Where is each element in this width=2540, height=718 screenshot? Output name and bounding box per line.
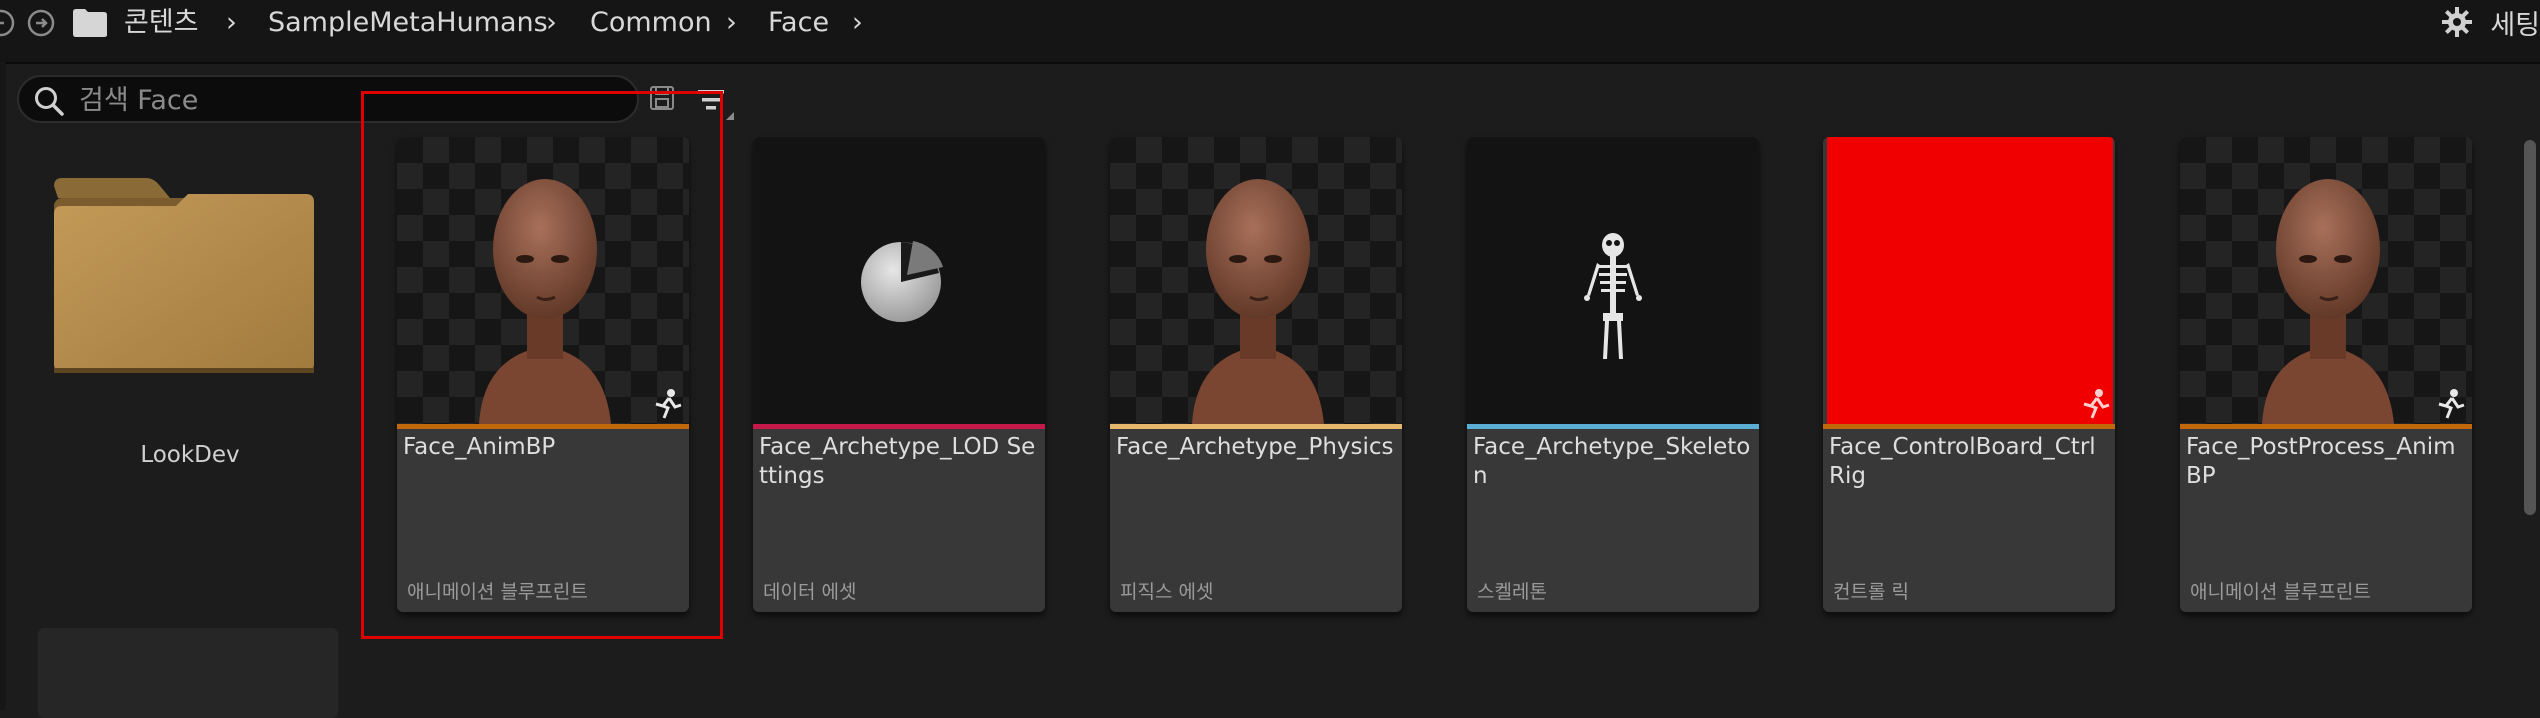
asset-tile-face-archetype-lod-settings[interactable]: Face_Archetype_LOD Settings 데이터 에셋 bbox=[753, 137, 1045, 612]
asset-type-stripe bbox=[1110, 424, 1402, 429]
head-thumbnail bbox=[1192, 179, 1324, 424]
asset-tile-face-archetype-skeleton[interactable]: Face_Archetype_Skeleton 스켈레톤 bbox=[1467, 137, 1759, 612]
data-asset-pie-icon bbox=[861, 241, 943, 322]
vertical-scrollbar[interactable] bbox=[2524, 140, 2536, 515]
asset-thumbnail bbox=[1467, 137, 1759, 424]
breadcrumb-separator-icon: › bbox=[546, 7, 557, 38]
breadcrumb-separator-icon: › bbox=[226, 7, 237, 38]
anim-blueprint-icon bbox=[2438, 389, 2465, 419]
asset-type-stripe bbox=[1823, 424, 2115, 429]
breadcrumb: 콘텐츠 › SampleMetaHumans › Common › Face ›… bbox=[0, 0, 2540, 64]
asset-type-stripe bbox=[753, 424, 1045, 429]
asset-thumbnail bbox=[1827, 137, 2113, 424]
asset-tile-partial[interactable] bbox=[38, 628, 338, 718]
asset-tile-face-controlboard-ctrl-rig[interactable]: Face_ControlBoard_Ctrl Rig 컨트롤 릭 bbox=[1823, 137, 2115, 612]
asset-type: 데이터 에셋 bbox=[763, 581, 857, 603]
forward-button[interactable] bbox=[26, 8, 56, 38]
folder-icon bbox=[54, 178, 314, 373]
head-thumbnail bbox=[2262, 179, 2394, 424]
asset-tile-face-archetype-physics[interactable]: Face_Archetype_Physics 피직스 에셋 bbox=[1110, 137, 1402, 612]
asset-name: Face_Archetype_LOD Settings bbox=[759, 434, 1036, 489]
asset-name: Face_ControlBoard_Ctrl Rig bbox=[1829, 434, 2096, 489]
back-arrow-icon bbox=[0, 9, 15, 37]
settings-label: 세팅 bbox=[2490, 9, 2540, 41]
asset-type-stripe bbox=[2180, 424, 2472, 429]
breadcrumb-dropdown-icon[interactable]: › bbox=[852, 6, 863, 40]
search-icon bbox=[35, 87, 64, 116]
asset-type: 애니메이션 블루프린트 bbox=[2190, 581, 2371, 603]
asset-name: Face_Archetype_Physics bbox=[1116, 434, 1394, 460]
folder-icon bbox=[72, 8, 108, 42]
asset-thumbnail bbox=[2180, 137, 2472, 424]
folder-lookdev[interactable] bbox=[50, 174, 318, 384]
asset-thumbnail bbox=[1110, 137, 1402, 424]
sources-panel-edge bbox=[0, 62, 6, 710]
asset-type-stripe bbox=[1467, 424, 1759, 429]
asset-tile-face-postprocess-animbp[interactable]: Face_PostProcess_Anim BP 애니메이션 블루프린트 bbox=[2180, 137, 2472, 612]
breadcrumb-item-face[interactable]: Face bbox=[768, 6, 829, 40]
control-rig-icon bbox=[2083, 389, 2110, 419]
selection-highlight bbox=[361, 91, 723, 639]
breadcrumb-item-samplemetahumans[interactable]: SampleMetaHumans bbox=[268, 6, 548, 40]
asset-thumbnail bbox=[753, 137, 1045, 424]
folder-label: LookDev bbox=[140, 442, 240, 468]
gear-icon bbox=[2442, 7, 2473, 37]
skeleton-icon bbox=[1584, 233, 1642, 359]
asset-type: 스켈레톤 bbox=[1477, 581, 1547, 603]
forward-arrow-icon bbox=[27, 9, 55, 37]
asset-name: Face_Archetype_Skeleton bbox=[1473, 434, 1751, 489]
asset-type: 피직스 에셋 bbox=[1120, 581, 1214, 603]
settings-button[interactable]: 세팅 bbox=[2440, 4, 2540, 41]
breadcrumb-item-common[interactable]: Common bbox=[590, 6, 712, 40]
breadcrumb-item-content[interactable]: 콘텐츠 bbox=[124, 6, 199, 40]
asset-name: Face_PostProcess_Anim BP bbox=[2186, 434, 2456, 489]
back-button[interactable] bbox=[0, 8, 16, 38]
breadcrumb-separator-icon: › bbox=[726, 7, 737, 38]
asset-type: 컨트롤 릭 bbox=[1833, 581, 1909, 603]
